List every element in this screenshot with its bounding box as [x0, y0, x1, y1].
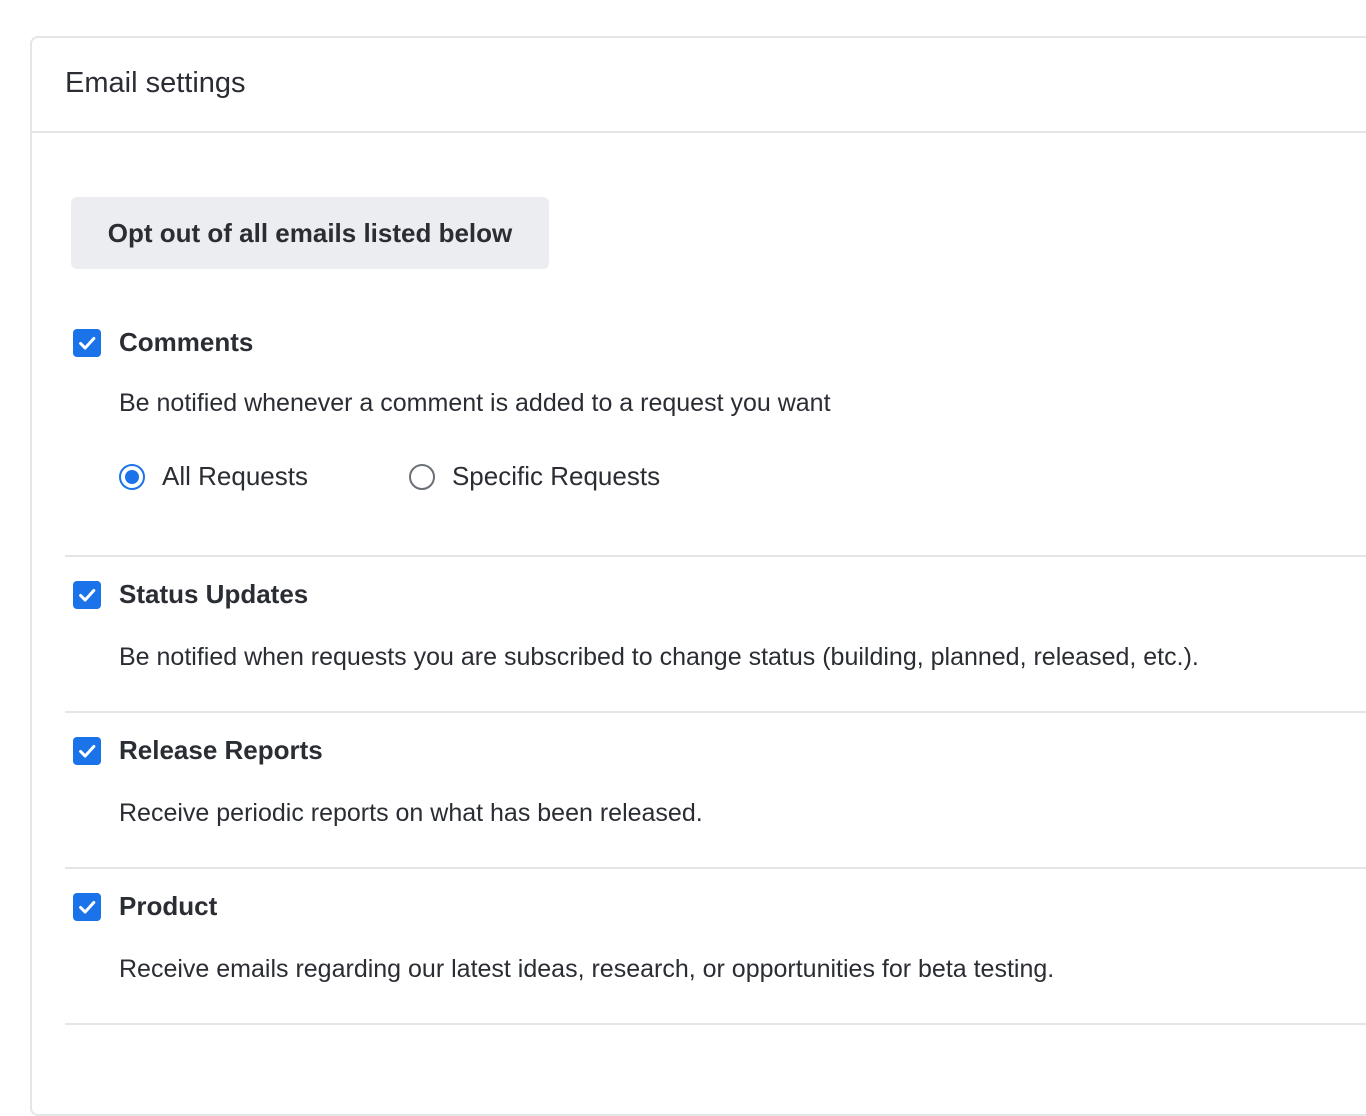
- section-header-product: Product: [73, 891, 217, 922]
- comments-checkbox[interactable]: [73, 328, 101, 357]
- comments-radio-group: All Requests Specific Requests: [119, 461, 660, 492]
- section-description: Receive emails regarding our latest idea…: [119, 955, 1055, 983]
- section-release-reports: Release Reports Receive periodic reports…: [65, 713, 1366, 869]
- section-header-status-updates: Status Updates: [73, 579, 308, 610]
- section-product: Product Receive emails regarding our lat…: [65, 869, 1366, 1025]
- radio-all-requests[interactable]: All Requests: [119, 461, 308, 492]
- section-status-updates: Status Updates Be notified when requests…: [65, 557, 1366, 713]
- page-title: Email settings: [65, 67, 246, 99]
- radio-label: Specific Requests: [451, 461, 661, 491]
- card-body: Opt out of all emails listed below Comme…: [32, 133, 1366, 1025]
- email-settings-card: Email settings Opt out of all emails lis…: [30, 36, 1366, 1116]
- release-reports-checkbox[interactable]: [73, 736, 101, 765]
- section-title: Release Reports: [119, 735, 323, 765]
- radio-label: All Requests: [162, 461, 308, 491]
- radio-specific-requests[interactable]: Specific Requests: [408, 461, 661, 492]
- section-header-comments: Comments: [73, 327, 253, 358]
- section-title: Comments: [119, 327, 254, 357]
- radio-unselected-icon[interactable]: [408, 463, 435, 490]
- checkmark-icon: [79, 588, 96, 602]
- section-comments: Comments Be notified whenever a comment …: [65, 317, 1366, 557]
- section-title: Product: [119, 891, 218, 921]
- section-header-release-reports: Release Reports: [73, 735, 323, 766]
- section-description: Be notified whenever a comment is added …: [119, 389, 831, 417]
- checkmark-icon: [79, 744, 96, 758]
- checkmark-icon: [79, 900, 96, 914]
- email-section-list: Comments Be notified whenever a comment …: [65, 317, 1366, 1025]
- opt-out-all-button[interactable]: Opt out of all emails listed below: [71, 197, 549, 269]
- radio-selected-icon[interactable]: [119, 463, 145, 490]
- card-header: Email settings: [32, 38, 1366, 133]
- checkmark-icon: [79, 336, 96, 350]
- section-description: Be notified when requests you are subscr…: [119, 643, 1199, 671]
- status-updates-checkbox[interactable]: [73, 580, 101, 609]
- section-title: Status Updates: [119, 579, 309, 609]
- section-description: Receive periodic reports on what has bee…: [119, 799, 703, 827]
- product-checkbox[interactable]: [73, 892, 101, 921]
